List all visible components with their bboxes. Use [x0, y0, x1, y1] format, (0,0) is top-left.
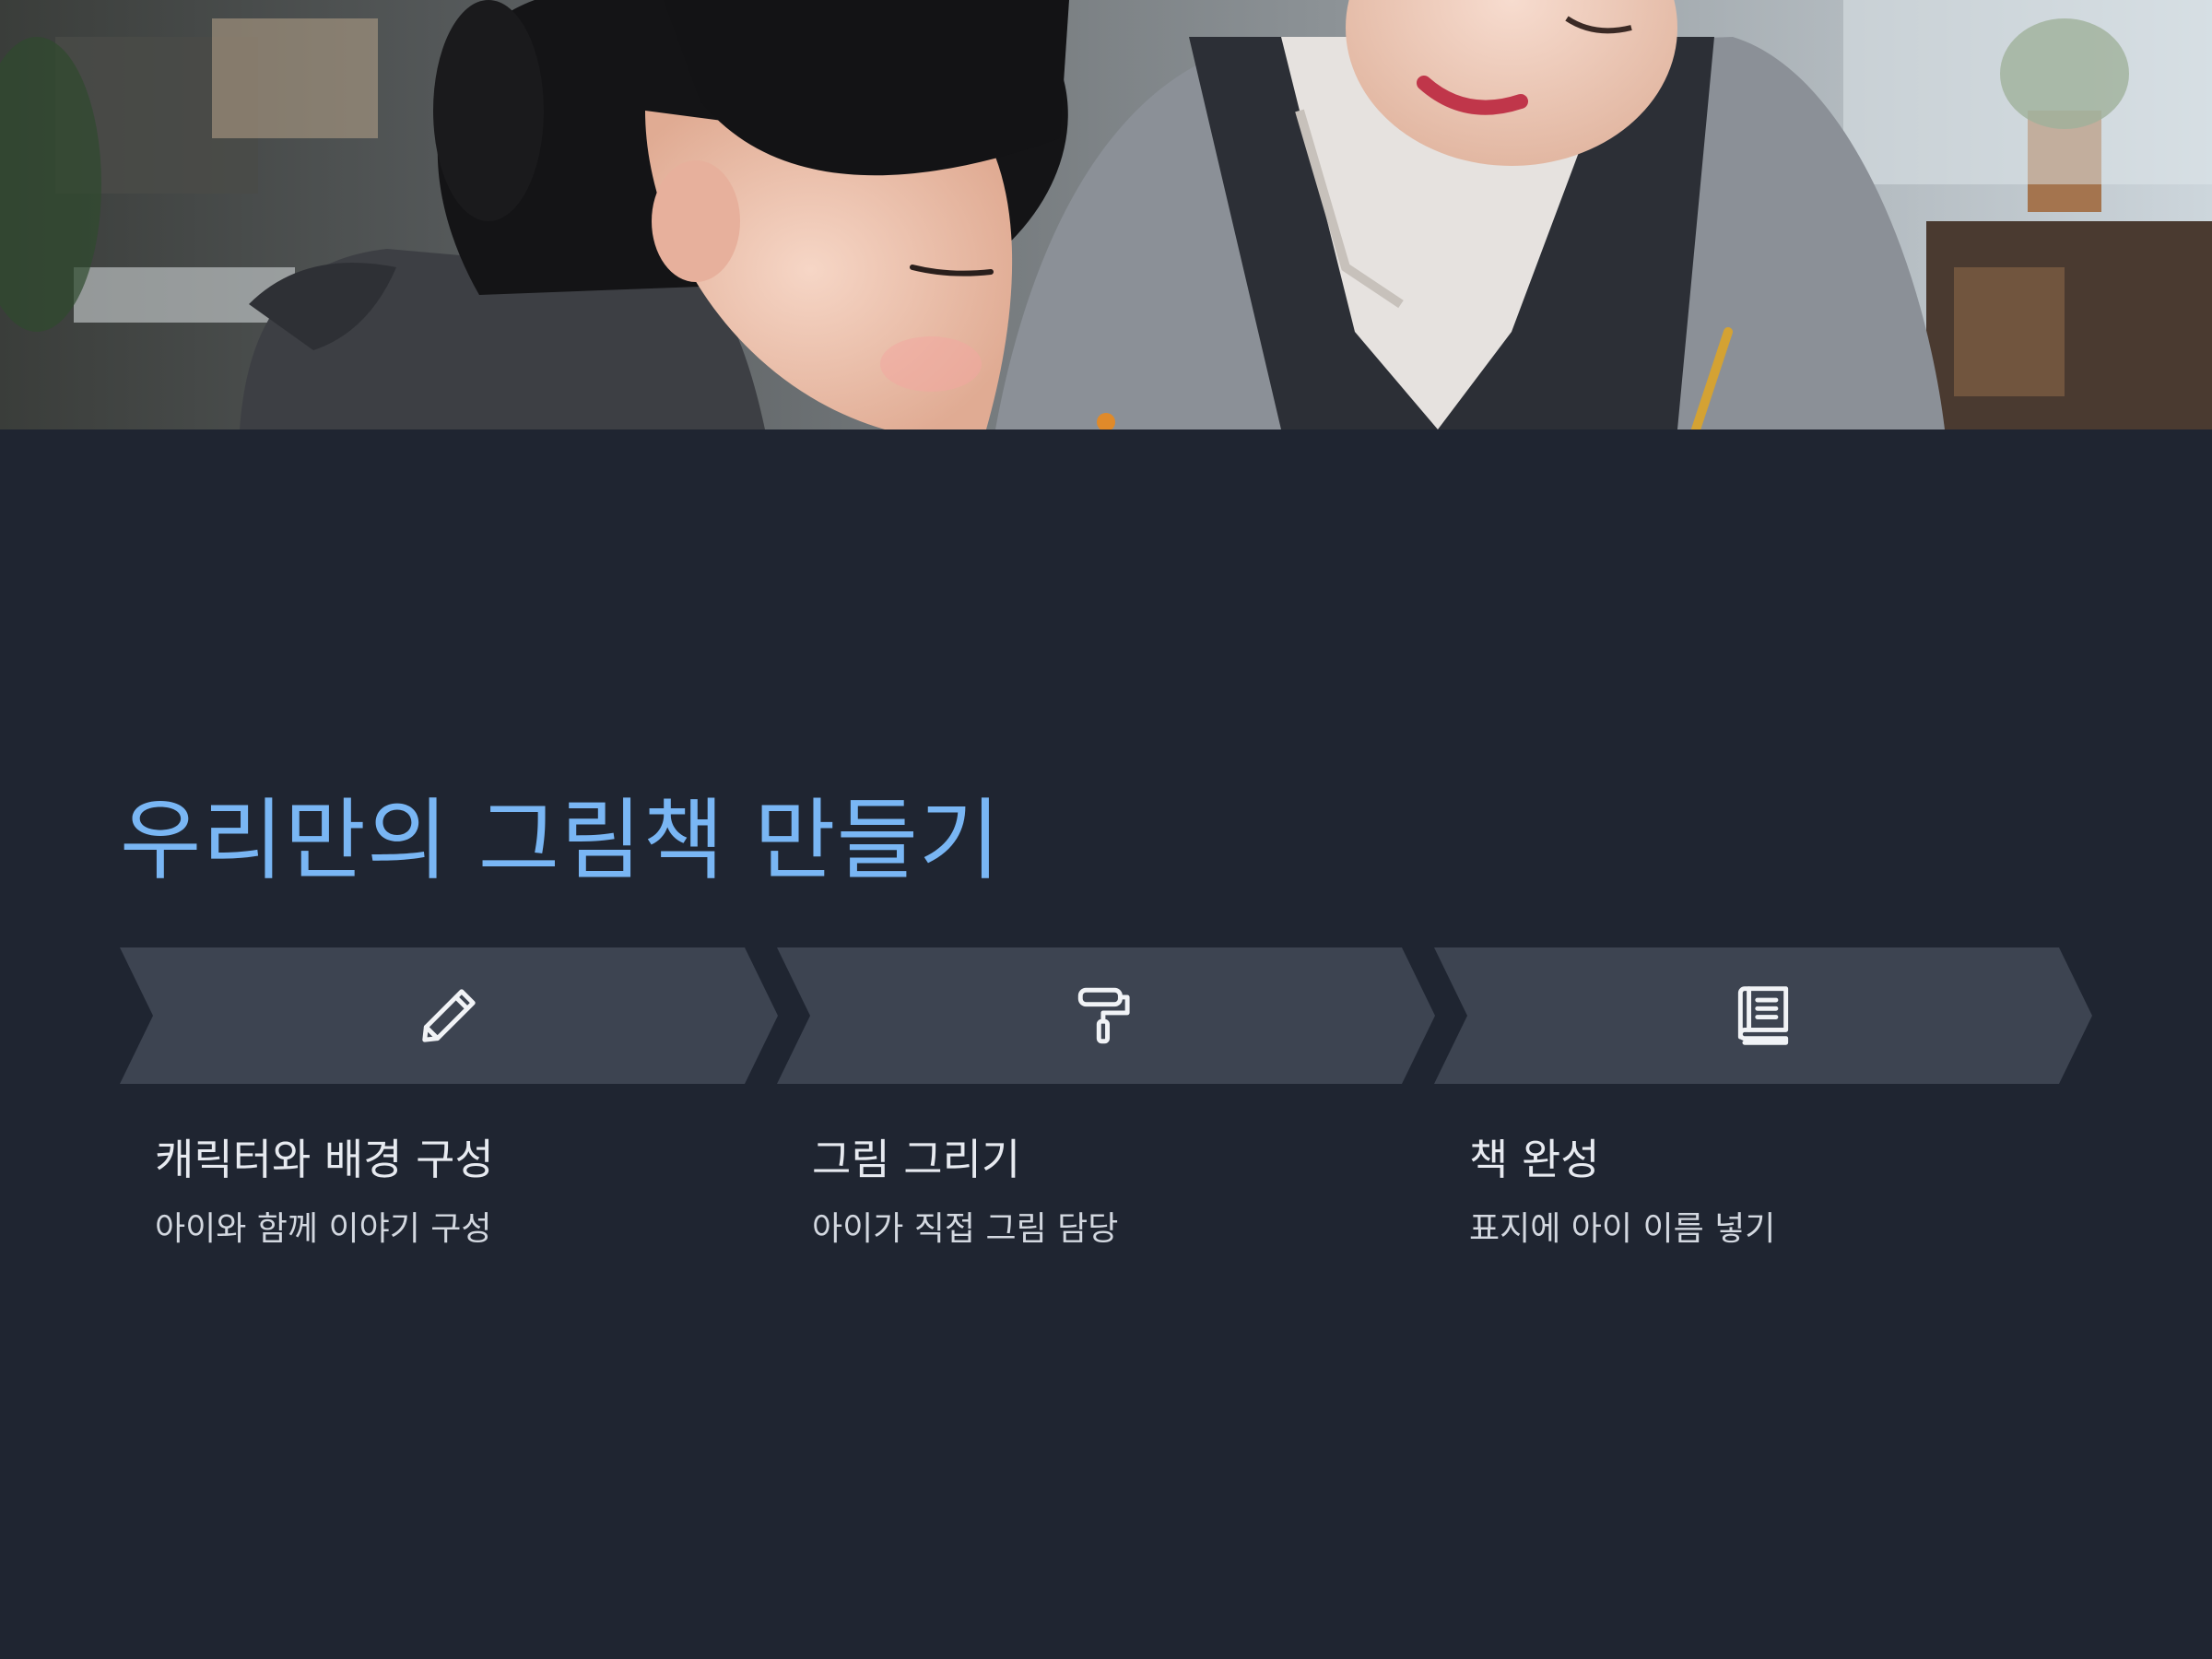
page-title: 우리만의 그림책 만들기: [120, 789, 1002, 892]
hero-illustration: [0, 0, 2212, 429]
paint-roller-icon: [1077, 987, 1130, 1044]
step-1-title: 캐릭터와 배경 구성: [155, 1135, 494, 1184]
step-3-chevron: [1434, 947, 2092, 1084]
step-2-chevron: [777, 947, 1435, 1084]
step-2-title: 그림 그리기: [812, 1135, 1021, 1184]
step-3-title: 책 완성: [1469, 1135, 1600, 1184]
step-3-description: 표지에 아이 이름 넣기: [1469, 1210, 1776, 1248]
book-icon: [1737, 986, 1789, 1045]
step-1-description: 아이와 함께 이야기 구성: [155, 1210, 492, 1248]
step-2-description: 아이가 직접 그림 담당: [812, 1210, 1119, 1248]
pencil-icon: [422, 989, 476, 1042]
hero-photo: [0, 0, 2212, 429]
step-1-chevron: [120, 947, 778, 1084]
